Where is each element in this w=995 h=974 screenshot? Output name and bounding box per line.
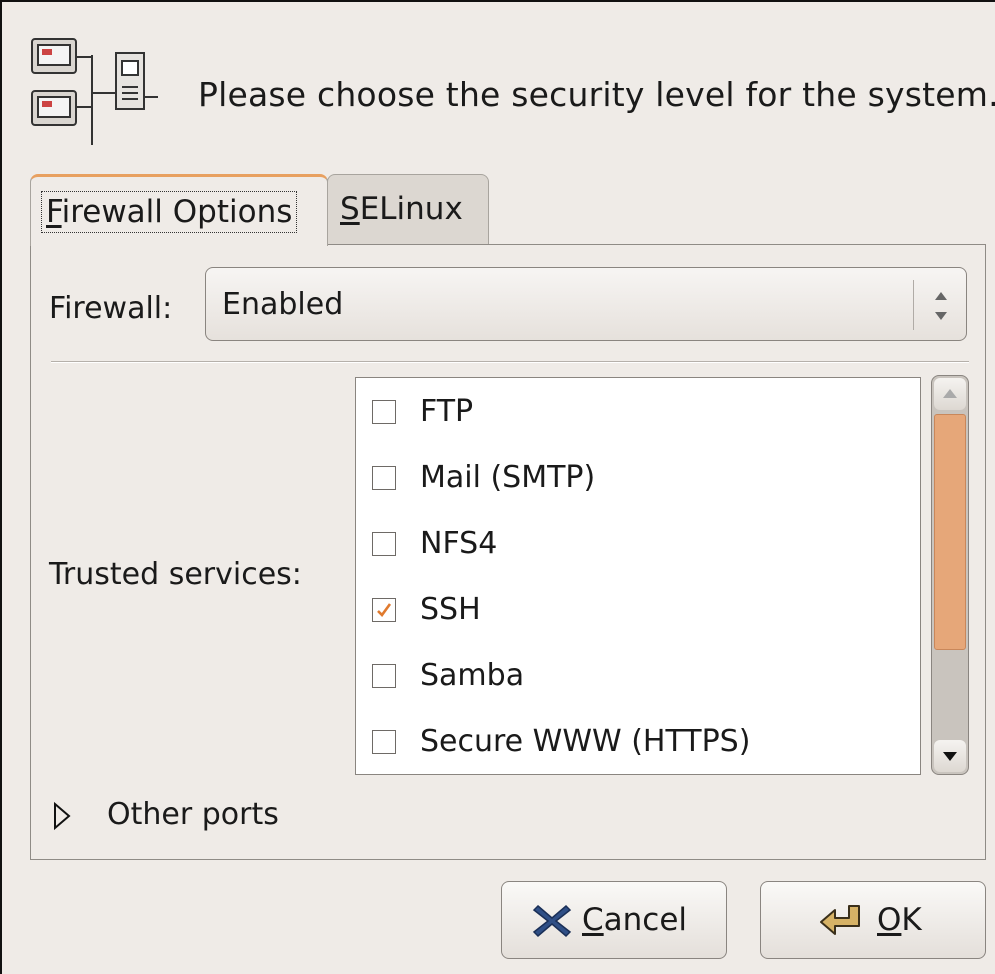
trusted-services-list[interactable]: FTP Mail (SMTP) NFS4 SSH Samba Secure WW… xyxy=(355,377,921,775)
firewall-options-panel: Firewall: Enabled Trusted services: FTP … xyxy=(30,244,986,860)
nfs4-checkbox[interactable] xyxy=(372,532,396,556)
firewall-select-value: Enabled xyxy=(222,287,344,322)
ok-button[interactable]: OK xyxy=(760,881,986,959)
cancel-button-label: Cancel xyxy=(582,902,688,938)
scroll-down-arrow-icon xyxy=(943,752,957,761)
other-ports-expander[interactable]: Other ports xyxy=(51,797,351,837)
trusted-services-label: Trusted services: xyxy=(49,557,302,592)
security-level-dialog: Please choose the security level for the… xyxy=(0,0,995,974)
cancel-button[interactable]: Cancel xyxy=(501,881,727,959)
service-label: Samba xyxy=(420,658,525,693)
service-label: NFS4 xyxy=(420,526,498,561)
scrollbar-thumb[interactable] xyxy=(934,414,966,650)
services-scrollbar[interactable] xyxy=(931,375,969,775)
service-label: Mail (SMTP) xyxy=(420,460,596,495)
ok-button-label: OK xyxy=(877,902,922,938)
service-item-https[interactable]: Secure WWW (HTTPS) xyxy=(372,724,912,764)
checkmark-icon xyxy=(377,603,392,617)
combo-separator xyxy=(913,280,914,330)
firewall-select[interactable]: Enabled xyxy=(205,267,967,341)
service-item-mail-smtp[interactable]: Mail (SMTP) xyxy=(372,460,912,500)
tab-firewall-options-label: Firewall Options xyxy=(41,191,298,233)
up-down-arrows-icon xyxy=(935,292,947,320)
tab-selinux[interactable]: SELinux xyxy=(327,174,489,244)
tab-selinux-label: SELinux xyxy=(340,191,463,227)
ssh-checkbox[interactable] xyxy=(372,598,396,622)
ok-return-arrow-icon xyxy=(820,905,860,935)
scroll-up-button[interactable] xyxy=(934,378,966,410)
tab-firewall-options[interactable]: Firewall Options xyxy=(30,174,328,246)
expander-triangle-icon xyxy=(54,801,71,831)
cancel-x-icon xyxy=(532,904,572,938)
firewall-label: Firewall: xyxy=(49,291,173,326)
header-message: Please choose the security level for the… xyxy=(198,75,995,114)
service-item-ftp[interactable]: FTP xyxy=(372,394,912,434)
ftp-checkbox[interactable] xyxy=(372,400,396,424)
service-item-nfs4[interactable]: NFS4 xyxy=(372,526,912,566)
service-item-samba[interactable]: Samba xyxy=(372,658,912,698)
horizontal-separator xyxy=(51,361,969,363)
other-ports-label: Other ports xyxy=(107,797,279,832)
service-label: SSH xyxy=(420,592,481,627)
service-item-ssh[interactable]: SSH xyxy=(372,592,912,632)
https-checkbox[interactable] xyxy=(372,730,396,754)
samba-checkbox[interactable] xyxy=(372,664,396,688)
service-label: FTP xyxy=(420,394,474,429)
scroll-up-arrow-icon xyxy=(943,389,957,398)
scroll-down-button[interactable] xyxy=(934,740,966,772)
mail-smtp-checkbox[interactable] xyxy=(372,466,396,490)
network-firewall-icon xyxy=(31,38,158,145)
service-label: Secure WWW (HTTPS) xyxy=(420,724,751,759)
